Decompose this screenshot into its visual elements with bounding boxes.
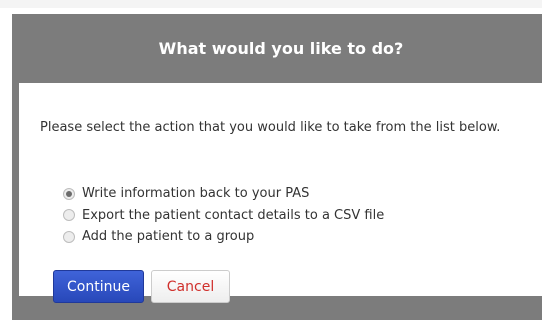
option-export-csv[interactable]: Export the patient contact details to a … (63, 205, 384, 227)
option-write-to-pas[interactable]: Write information back to your PAS (63, 183, 384, 205)
radio-write-to-pas[interactable] (63, 187, 75, 200)
option-label: Export the patient contact details to a … (82, 207, 385, 223)
action-options: Write information back to your PAS Expor… (63, 183, 384, 248)
option-add-to-group[interactable]: Add the patient to a group (63, 226, 384, 248)
continue-button[interactable]: Continue (53, 270, 144, 303)
option-label: Write information back to your PAS (82, 186, 310, 202)
action-dialog: What would you like to do? Please select… (12, 14, 542, 320)
radio-add-to-group[interactable] (63, 230, 75, 243)
cancel-button[interactable]: Cancel (151, 270, 230, 303)
dialog-header: What would you like to do? (12, 14, 542, 83)
option-label: Add the patient to a group (82, 229, 255, 245)
dialog-body: Please select the action that you would … (19, 83, 542, 303)
dialog-title: What would you like to do? (158, 39, 404, 58)
dialog-prompt: Please select the action that you would … (40, 120, 501, 135)
radio-export-csv[interactable] (63, 209, 75, 222)
